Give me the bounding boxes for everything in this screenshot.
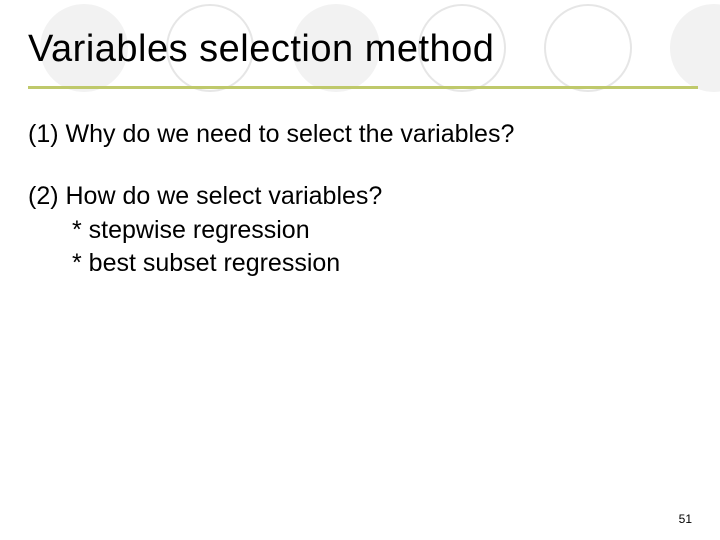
page-number: 51: [679, 512, 692, 526]
title-underline: [28, 86, 698, 89]
circle-icon: [544, 4, 632, 92]
question-1: (1) Why do we need to select the variabl…: [28, 118, 692, 152]
bullet-stepwise: * stepwise regression: [28, 214, 692, 248]
bullet-best-subset: * best subset regression: [28, 247, 692, 281]
slide-body: (1) Why do we need to select the variabl…: [28, 118, 692, 281]
circle-icon: [670, 4, 720, 92]
slide-title: Variables selection method: [28, 28, 494, 71]
question-2: (2) How do we select variables?: [28, 180, 692, 214]
